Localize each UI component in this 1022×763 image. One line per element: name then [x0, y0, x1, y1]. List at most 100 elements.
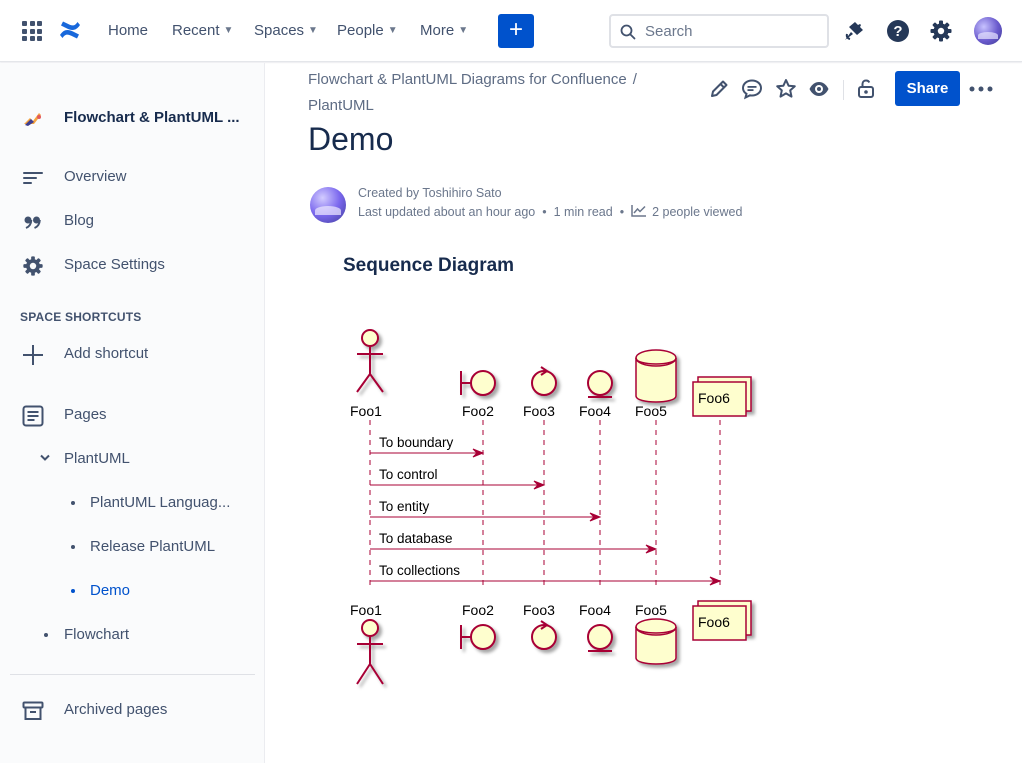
- entity-foo4-bottom: [587, 624, 613, 652]
- nav-more[interactable]: More ▼: [420, 22, 468, 39]
- breadcrumb-parent[interactable]: Flowchart & PlantUML Diagrams for Conflu…: [308, 71, 627, 88]
- sidebar-item-pages[interactable]: Pages: [0, 399, 265, 431]
- search-box[interactable]: [609, 14, 829, 48]
- sidebar-item-label: Space Settings: [64, 256, 165, 273]
- sidebar: Flowchart & PlantUML ... Overview Blog S…: [0, 63, 265, 763]
- space-header[interactable]: Flowchart & PlantUML ...: [0, 102, 265, 134]
- bullet: [44, 633, 48, 637]
- author-avatar[interactable]: [310, 187, 346, 223]
- pages-icon: [22, 405, 44, 427]
- breadcrumb-current[interactable]: PlantUML: [308, 97, 374, 114]
- space-name: Flowchart & PlantUML ...: [64, 109, 240, 126]
- search-icon: [620, 24, 636, 40]
- sidebar-item-blog[interactable]: Blog: [0, 205, 265, 237]
- bullet: [71, 501, 75, 505]
- archived-pages-link[interactable]: Archived pages: [0, 694, 265, 726]
- space-shortcuts-heading: SPACE SHORTCUTS: [20, 310, 142, 324]
- nav-spaces[interactable]: Spaces ▼: [254, 22, 318, 39]
- participant-label: Foo3: [523, 602, 555, 618]
- sidebar-item-label: Blog: [64, 212, 95, 229]
- boundary-foo2-top: [460, 370, 496, 396]
- star-icon[interactable]: [775, 78, 797, 100]
- database-foo5-top: [635, 349, 677, 403]
- share-button[interactable]: Share: [895, 71, 960, 106]
- chevron-down-icon: ▼: [387, 25, 398, 36]
- tree-item-plantuml[interactable]: PlantUML: [0, 443, 265, 475]
- comment-icon[interactable]: [741, 78, 763, 100]
- byline-meta: Last updated about an hour ago • 1 min rea…: [358, 205, 743, 219]
- sequence-diagram: Foo1 Foo2 Foo3 Foo4 Foo5 Foo6 To boundar…: [350, 329, 752, 685]
- nav-home-label: Home: [108, 22, 149, 39]
- tree-item-label: PlantUML: [64, 450, 130, 467]
- nav-recent[interactable]: Recent ▼: [172, 22, 233, 39]
- participant-label: Foo3: [523, 403, 555, 419]
- analytics-icon: [631, 205, 647, 217]
- tree-item-label: Demo: [90, 582, 131, 599]
- participant-label: Foo4: [579, 602, 611, 618]
- message-label: To database: [379, 531, 453, 546]
- participant-label: Foo1: [350, 602, 382, 618]
- last-updated[interactable]: Last updated about an hour ago: [358, 205, 535, 219]
- chevron-down-icon: ▼: [308, 25, 318, 36]
- help-icon[interactable]: ?: [886, 19, 910, 43]
- database-foo5-bottom: [635, 618, 677, 665]
- restrictions-icon[interactable]: [855, 78, 877, 100]
- sidebar-item-overview[interactable]: Overview: [0, 161, 265, 193]
- participant-label: Foo5: [635, 602, 667, 618]
- page-title: Demo: [308, 121, 394, 157]
- gear-icon: [23, 256, 43, 276]
- tree-item-label: PlantUML Languag...: [90, 494, 231, 511]
- breadcrumb: Flowchart & PlantUML Diagrams for Conflu…: [308, 67, 688, 119]
- actor-foo1-bottom: [356, 619, 384, 685]
- message-label: To collections: [379, 563, 460, 578]
- settings-icon[interactable]: [929, 19, 953, 43]
- message-label: To control: [379, 467, 438, 482]
- sidebar-item-space-settings[interactable]: Space Settings: [0, 249, 265, 281]
- add-shortcut-label: Add shortcut: [64, 345, 149, 362]
- bullet: [71, 545, 75, 549]
- bullet: [71, 589, 75, 593]
- tree-item-demo[interactable]: Demo: [0, 575, 265, 607]
- participant-label: Foo2: [462, 403, 494, 419]
- control-foo3-top: [531, 366, 557, 396]
- breadcrumb-separator: /: [632, 71, 637, 88]
- nav-home[interactable]: Home: [108, 22, 148, 39]
- actions-divider: [843, 80, 844, 100]
- tree-item-plantuml-language[interactable]: PlantUML Languag...: [0, 487, 265, 519]
- page-views[interactable]: 2 people viewed: [652, 205, 742, 219]
- created-by: Created by Toshihiro Sato: [358, 186, 502, 200]
- boundary-foo2-bottom: [460, 624, 496, 650]
- sidebar-divider: [10, 674, 255, 675]
- watch-icon[interactable]: [808, 78, 830, 100]
- read-time: 1 min read: [553, 205, 613, 219]
- participant-label: Foo2: [462, 602, 494, 618]
- chevron-down-icon: ▼: [458, 25, 469, 36]
- sidebar-item-label: Overview: [64, 168, 127, 185]
- svg-text:?: ?: [893, 23, 902, 40]
- participant-label: Foo5: [635, 403, 667, 419]
- tree-item-flowchart[interactable]: Flowchart: [0, 619, 265, 651]
- confluence-logo-icon[interactable]: [58, 18, 82, 42]
- entity-foo4-top: [587, 370, 613, 398]
- edit-icon[interactable]: [708, 78, 730, 100]
- archived-pages-label: Archived pages: [64, 701, 168, 718]
- pages-label: Pages: [64, 406, 107, 423]
- top-navigation: Home Recent▼ Spaces▼ People▼ More▼ + ?: [0, 0, 1022, 62]
- nav-more-label: More: [420, 22, 455, 39]
- nav-people[interactable]: People ▼: [337, 22, 398, 39]
- actor-foo1-top: [356, 329, 384, 393]
- apps-grid-icon[interactable]: [22, 21, 42, 41]
- search-input[interactable]: [645, 21, 815, 41]
- nav-spaces-label: Spaces: [254, 22, 305, 39]
- message-label: To boundary: [379, 435, 454, 450]
- chevron-down-icon[interactable]: [40, 454, 50, 462]
- profile-avatar[interactable]: [974, 17, 1002, 45]
- tree-item-label: Release PlantUML: [90, 538, 216, 555]
- more-icon[interactable]: [968, 80, 994, 98]
- blog-quote-icon: [24, 216, 41, 229]
- section-heading: Sequence Diagram: [343, 255, 515, 276]
- notifications-icon[interactable]: [842, 19, 866, 43]
- add-shortcut-button[interactable]: Add shortcut: [0, 338, 265, 370]
- create-button[interactable]: +: [498, 14, 534, 48]
- tree-item-release-plantuml[interactable]: Release PlantUML: [0, 531, 265, 563]
